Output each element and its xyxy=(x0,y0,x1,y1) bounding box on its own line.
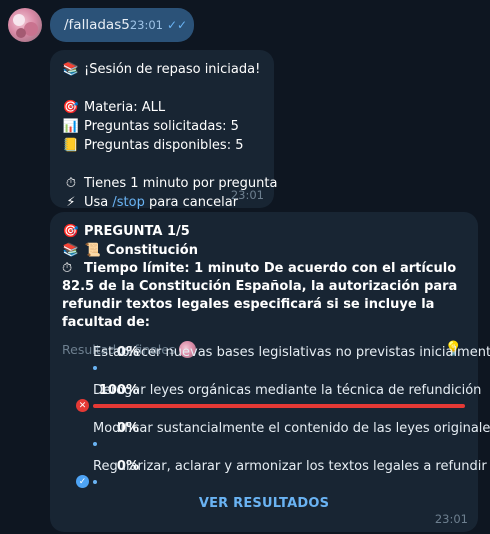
poll-option: 0% Establecer nuevas bases legislativas … xyxy=(50,344,490,382)
cancel-prefix: Usa xyxy=(84,195,113,210)
poll-heading: PREGUNTA 1/5 xyxy=(84,224,190,239)
ledger-icon: 📒 xyxy=(62,138,80,153)
message-time: 23:01 xyxy=(434,512,468,526)
option-bar xyxy=(93,480,97,484)
poll-topic: Constitución xyxy=(106,243,198,258)
poll-option: 100% Derogar leyes orgánicas mediante la… xyxy=(50,382,482,420)
correct-answer-icon: ✓ xyxy=(76,475,89,488)
poll-option: 0% Modificar sustancialmente el contenid… xyxy=(50,420,490,458)
materia-text: Materia: ALL xyxy=(84,100,166,115)
option-bar xyxy=(93,366,97,370)
poll-question: Tiempo límite: 1 minuto De acuerdo con e… xyxy=(62,261,458,330)
dart-icon: 🎯 xyxy=(62,100,80,115)
command-text: /falladas5 xyxy=(64,17,130,33)
dart-icon: 🎯 xyxy=(62,224,80,239)
stopwatch-icon: ⏱ xyxy=(62,261,73,276)
option-bar xyxy=(93,442,97,446)
user-avatar[interactable] xyxy=(8,8,42,42)
outgoing-message[interactable]: /falladas5 23:01 ✓✓ xyxy=(50,8,194,42)
option-text: Establecer nuevas bases legislativas no … xyxy=(93,345,490,360)
wrong-answer-icon: ✕ xyxy=(76,399,89,412)
session-title: ¡Sesión de repaso iniciada! xyxy=(84,62,261,77)
view-results-button[interactable]: VER RESULTADOS xyxy=(50,496,478,511)
scroll-icon: 📜 xyxy=(84,243,102,258)
cancel-suffix: para cancelar xyxy=(144,195,239,210)
stopwatch-icon: ⏱ xyxy=(65,176,77,191)
message-time: 23:01 xyxy=(230,188,264,202)
session-started-message[interactable]: 📚 ¡Sesión de repaso iniciada! 🎯 Materia: A… xyxy=(50,50,277,210)
option-text: Regularizar, aclarar y armonizar los tex… xyxy=(93,459,487,474)
books-icon: 📚 xyxy=(62,243,80,258)
bar-chart-icon: 📊 xyxy=(62,119,80,134)
double-check-icon: ✓✓ xyxy=(166,18,188,32)
quiz-poll-message[interactable]: 🎯 PREGUNTA 1/5 📚 📜 Constitución ⏱ Tiempo lím… xyxy=(50,212,490,532)
solicitadas-text: Preguntas solicitadas: 5 xyxy=(84,119,239,134)
option-text: Modificar sustancialmente el contenido d… xyxy=(93,421,490,436)
stop-command-link[interactable]: /stop xyxy=(112,195,144,210)
option-bar xyxy=(93,404,465,408)
disponibles-text: Preguntas disponibles: 5 xyxy=(84,138,244,153)
poll-option: 0% Regularizar, aclarar y armonizar los … xyxy=(50,458,487,496)
books-icon: 📚 xyxy=(62,62,80,77)
lightning-icon: ⚡ xyxy=(66,195,76,210)
message-time: 23:01 xyxy=(129,18,163,32)
option-text: Derogar leyes orgánicas mediante la técn… xyxy=(93,383,482,398)
